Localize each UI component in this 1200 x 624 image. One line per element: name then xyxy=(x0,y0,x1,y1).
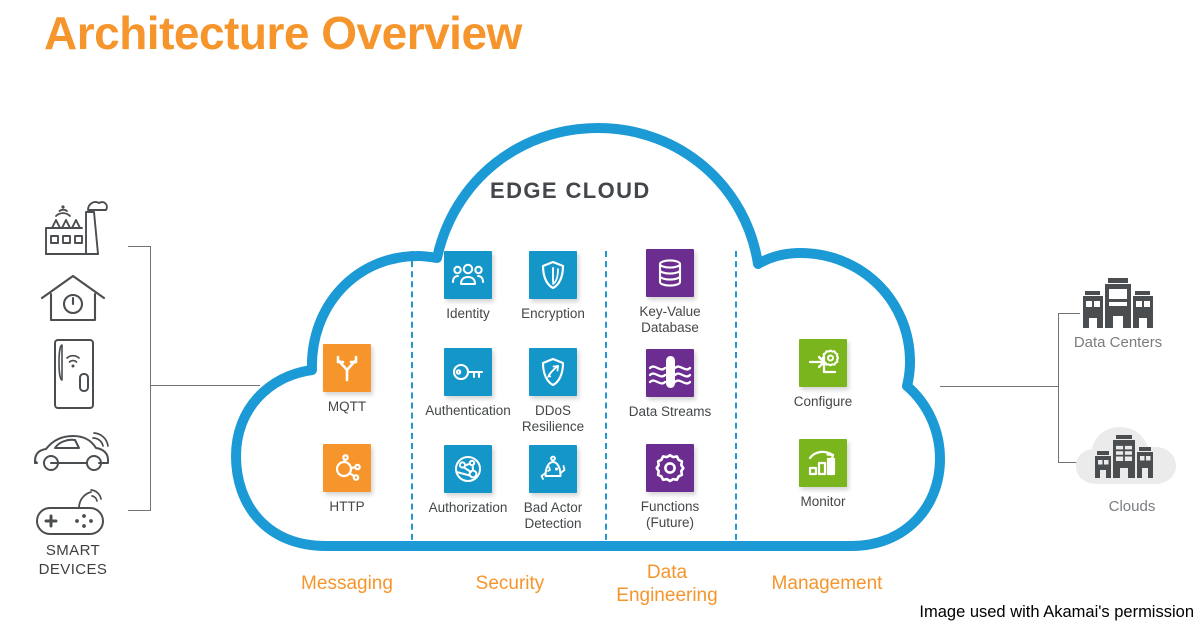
configure-gear-icon xyxy=(808,349,839,374)
edge-cloud-heading: EDGE CLOUD xyxy=(490,178,651,203)
bar-chart-arrow-icon xyxy=(808,450,836,476)
mqtt-tile-swatch xyxy=(323,344,371,392)
tile-configure[interactable]: Configure xyxy=(771,339,875,410)
http-hub-icon xyxy=(335,454,361,481)
game-controller-icon xyxy=(36,489,104,535)
mqtt-branch-icon xyxy=(336,355,358,382)
endpoint-clouds: Clouds xyxy=(1072,422,1192,515)
authorization-tile-swatch xyxy=(444,445,492,493)
tile-label: Data Streams xyxy=(628,404,712,419)
cloud-buildings-icon xyxy=(1076,427,1176,484)
diagram-canvas: Architecture Overview EDGE CLOUD SMART D… xyxy=(0,0,1200,624)
robot-icon xyxy=(540,455,566,480)
smart-home-icon xyxy=(40,274,106,322)
tile-label: Configure xyxy=(793,394,853,409)
right-bracket-vertical xyxy=(1058,313,1060,463)
divider-data-management xyxy=(735,251,737,550)
database-icon xyxy=(658,259,682,287)
left-bracket-top-stub xyxy=(128,246,151,248)
gear-icon xyxy=(655,453,685,483)
tile-monitor[interactable]: Monitor xyxy=(771,439,875,510)
endpoint-data-centers: Data Centers xyxy=(1062,276,1174,351)
tile-label: Encryption xyxy=(521,306,585,321)
device-smart-refrigerator xyxy=(28,336,118,412)
identity-tile-swatch xyxy=(444,251,492,299)
category-label-messaging: Messaging xyxy=(301,573,393,594)
people-icon xyxy=(452,263,484,285)
left-bracket-vertical xyxy=(150,246,152,511)
category-label-data-engineering: Data Engineering xyxy=(616,562,718,606)
tile-label: MQTT xyxy=(327,399,367,414)
configure-tile-swatch xyxy=(799,339,847,387)
category-label-management: Management xyxy=(771,573,883,594)
tile-ddos-resilience[interactable]: DDoS Resilience xyxy=(501,348,605,435)
bad-actor-tile-swatch xyxy=(529,445,577,493)
left-bracket-to-cloud xyxy=(150,385,260,387)
endpoint-label: Clouds xyxy=(1108,498,1156,515)
ddos-tile-swatch xyxy=(529,348,577,396)
key-icon xyxy=(452,363,484,381)
functions-tile-swatch xyxy=(646,444,694,492)
data-waves-icon xyxy=(648,356,692,388)
shield-icon xyxy=(541,260,565,290)
globe-network-icon xyxy=(455,456,481,482)
category-label-security: Security xyxy=(475,573,545,594)
tile-functions[interactable]: Functions (Future) xyxy=(618,444,722,531)
http-tile-swatch xyxy=(323,444,371,492)
smart-devices-label: SMART DEVICES xyxy=(38,542,108,578)
tile-http[interactable]: HTTP xyxy=(295,444,399,515)
smart-refrigerator-icon xyxy=(54,339,94,409)
right-bracket-to-cloud xyxy=(940,386,1058,388)
tile-bad-actor-detection[interactable]: Bad Actor Detection xyxy=(501,445,605,532)
tile-encryption[interactable]: Encryption xyxy=(501,251,605,322)
tile-data-streams[interactable]: Data Streams xyxy=(618,349,722,420)
endpoint-label: Data Centers xyxy=(1073,334,1163,351)
data-center-buildings-icon xyxy=(1083,278,1153,328)
device-game-controller xyxy=(26,488,116,536)
tile-label: Functions (Future) xyxy=(640,499,700,530)
database-tile-swatch xyxy=(646,249,694,297)
data-streams-tile-swatch xyxy=(646,349,694,397)
authentication-tile-swatch xyxy=(444,348,492,396)
tile-mqtt[interactable]: MQTT xyxy=(295,344,399,415)
device-smart-home xyxy=(28,272,118,326)
shield-arrow-icon xyxy=(541,357,565,387)
device-connected-car xyxy=(26,428,116,474)
page-title: Architecture Overview xyxy=(44,7,522,59)
device-factory xyxy=(28,198,118,260)
divider-security-data xyxy=(605,251,607,550)
left-bracket-bottom-stub xyxy=(128,510,151,512)
image-credit: Image used with Akamai's permission xyxy=(919,603,1194,621)
factory-icon xyxy=(45,201,108,255)
tile-label: HTTP xyxy=(329,499,365,514)
connected-car-icon xyxy=(34,432,109,471)
tile-label: Monitor xyxy=(800,494,846,509)
divider-messaging-security xyxy=(411,251,413,550)
encryption-tile-swatch xyxy=(529,251,577,299)
monitor-tile-swatch xyxy=(799,439,847,487)
tile-label: Key-Value Database xyxy=(639,304,701,335)
tile-key-value-database[interactable]: Key-Value Database xyxy=(618,249,722,336)
tile-label: Bad Actor Detection xyxy=(523,500,583,531)
tile-label: DDoS Resilience xyxy=(521,403,585,434)
